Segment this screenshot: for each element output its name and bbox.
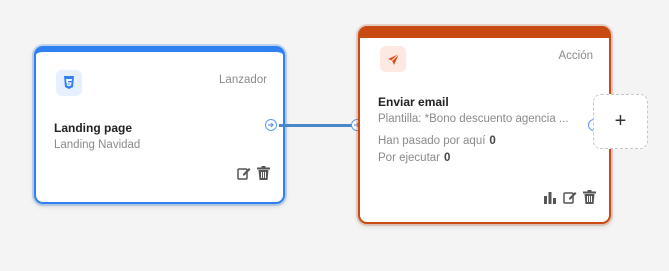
- node-kind-label: Acción: [558, 50, 593, 62]
- trigger-node[interactable]: Lanzador Landing page Landing Navidad: [34, 46, 285, 204]
- stat-pending: Por ejecutar 0: [378, 152, 450, 164]
- node-subtitle: Plantilla: *Bono descuento agencia ...: [378, 113, 569, 125]
- stat-passed: Han pasado por aquí 0: [378, 135, 496, 147]
- plus-icon: +: [614, 110, 627, 132]
- node-subtitle: Landing Navidad: [54, 139, 141, 151]
- css3-icon: [56, 70, 82, 96]
- stat-value: 0: [489, 135, 496, 147]
- node-actions: [237, 166, 271, 180]
- node-kind-label: Lanzador: [219, 74, 267, 86]
- connector-line: [279, 124, 353, 127]
- node-title: Landing page: [54, 121, 132, 135]
- bar-chart-icon[interactable]: [543, 190, 557, 204]
- stat-label: Han pasado por aquí: [378, 135, 486, 147]
- paper-plane-icon: [380, 46, 406, 72]
- output-port[interactable]: [265, 119, 277, 131]
- edit-icon[interactable]: [237, 166, 251, 180]
- trash-icon[interactable]: [257, 166, 271, 180]
- stat-value: 0: [444, 152, 451, 164]
- trash-icon[interactable]: [583, 190, 597, 204]
- stat-label: Por ejecutar: [378, 152, 441, 164]
- node-title: Enviar email: [378, 95, 449, 109]
- action-node[interactable]: Acción Enviar email Plantilla: *Bono des…: [358, 26, 611, 224]
- add-node-button[interactable]: +: [593, 94, 648, 149]
- edit-icon[interactable]: [563, 190, 577, 204]
- node-actions: [543, 190, 597, 204]
